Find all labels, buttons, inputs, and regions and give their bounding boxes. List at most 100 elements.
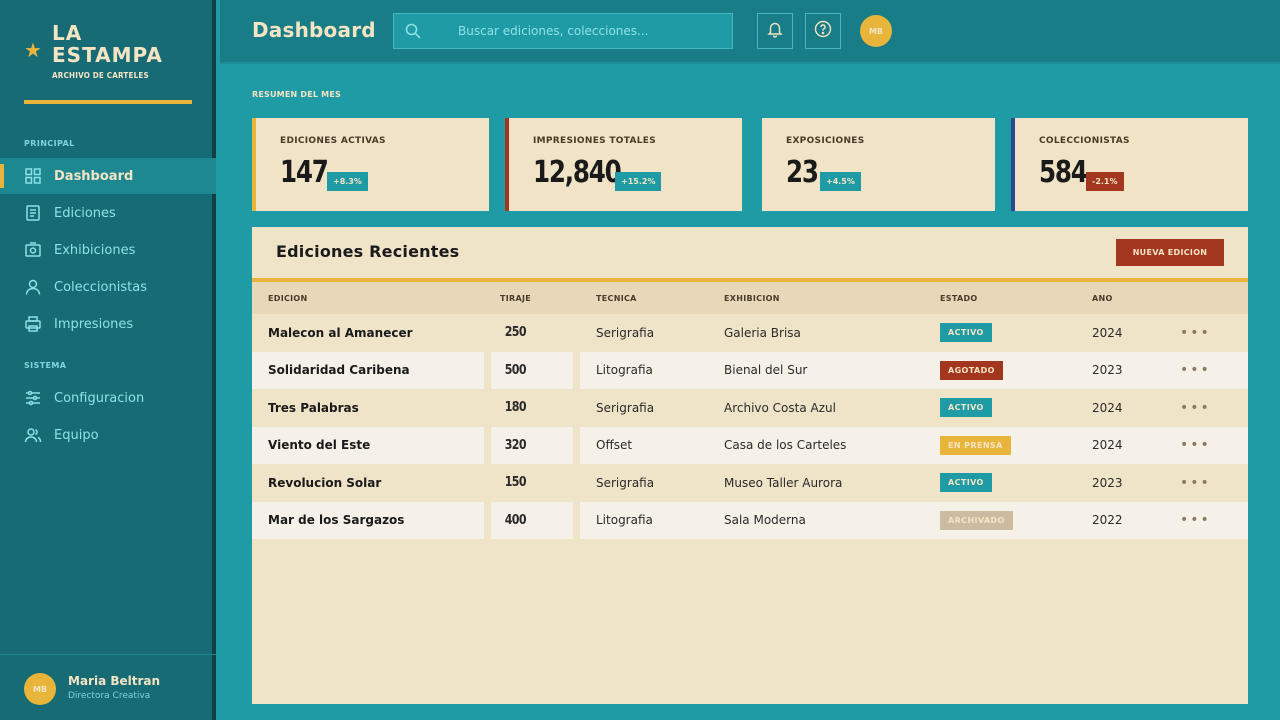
edition-exhibition: Bienal del Sur [708,351,924,389]
column-header[interactable]: TIRAJE [484,282,580,314]
edition-exhibition: Sala Moderna [708,501,924,539]
star-icon: ★ [24,38,42,62]
edition-run: 320 [491,426,573,464]
edition-year: 2023 [1076,351,1164,389]
sidebar-item-label: Equipo [54,427,99,443]
easel-icon [24,241,42,259]
stat-card-exposiciones: EXPOSICIONES 23 +4.5% [758,118,995,211]
edition-run: 400 [491,501,573,539]
sliders-icon [24,389,42,407]
sidebar-item-equipo[interactable]: Equipo [0,417,216,453]
app-name-line1: LA [52,21,83,45]
sidebar-item-label: Coleccionistas [54,279,147,295]
column-header-actions [1164,282,1248,314]
change-badge: +8.3% [327,172,368,191]
table-row[interactable]: Solidaridad Caribena 500 Litografia Bienal … [252,351,1248,389]
user-role: Directora Creativa [68,691,151,701]
edition-exhibition: Museo Taller Aurora [708,464,924,502]
row-actions-cell: ••• [1164,351,1248,389]
panel-title: Ediciones Recientes [276,242,460,261]
app-subtitle: ARCHIVO DE CARTELES [52,71,149,80]
bell-icon [766,20,784,42]
more-options-icon[interactable]: ••• [1180,512,1211,528]
sidebar-item-label: Exhibiciones [54,242,136,258]
edition-exhibition: Archivo Costa Azul [708,389,924,427]
table-row[interactable]: Viento del Este 320 Offset Casa de los Cart… [252,426,1248,464]
edition-title: Solidaridad Caribena [252,351,484,389]
edition-year: 2023 [1076,464,1164,502]
more-options-icon[interactable]: ••• [1180,400,1211,416]
user-avatar-button[interactable]: MB [860,15,892,47]
sidebar-item-ediciones[interactable]: Ediciones [0,195,216,231]
status-badge: ACTIVO [940,323,992,343]
stat-value: 584 [1039,155,1088,190]
search-input[interactable] [458,24,728,38]
sidebar-item-exhibiciones[interactable]: Exhibiciones [0,232,216,268]
new-edition-button[interactable]: NUEVA EDICION [1116,239,1224,266]
current-user[interactable]: MB Maria Beltran Directora Creativa [0,654,216,720]
edition-technique: Offset [580,426,708,464]
status-badge: ACTIVO [940,398,992,418]
top-bar: Dashboard MB [220,0,1280,64]
editions-table: EDICION TIRAJE TECNICA EXHIBICION ESTADO… [252,282,1248,539]
sidebar-item-impresiones[interactable]: Impresiones [0,306,216,342]
edition-title: Malecon al Amanecer [252,314,484,352]
table-row[interactable]: Revolucion Solar 150 Serigrafia Museo Talle… [252,464,1248,502]
row-actions-cell: ••• [1164,389,1248,427]
help-icon [814,20,832,42]
table-row[interactable]: Malecon al Amanecer 250 Serigrafia Galeria … [252,314,1248,352]
column-header[interactable]: ESTADO [924,282,1076,314]
recent-editions-panel: Ediciones Recientes NUEVA EDICION EDICIO… [252,227,1248,704]
status-cell: ACTIVO [924,389,1076,427]
edition-run: 500 [491,351,573,389]
column-header[interactable]: EXHIBICION [708,282,924,314]
edition-run: 150 [491,464,573,502]
nav-section-sistema: SISTEMA [24,361,67,370]
app-name-line2: ESTAMPA [52,43,163,67]
document-icon [24,204,42,222]
app-name: LA ESTAMPA [52,22,192,66]
row-actions-cell: ••• [1164,314,1248,352]
stat-label: EXPOSICIONES [786,136,865,146]
edition-run: 180 [491,389,573,427]
sidebar-item-configuracion[interactable]: Configuracion [0,380,216,416]
row-actions-cell: ••• [1164,464,1248,502]
avatar: MB [24,673,56,705]
edition-technique: Serigrafia [580,389,708,427]
change-badge: +15.2% [615,172,662,191]
more-options-icon[interactable]: ••• [1180,475,1211,491]
notifications-button[interactable] [757,13,793,49]
nav-section-principal: PRINCIPAL [24,139,75,148]
sidebar-item-label: Ediciones [54,205,116,221]
stat-label: EDICIONES ACTIVAS [280,136,386,146]
column-header[interactable]: ANO [1076,282,1164,314]
summary-label: RESUMEN DEL MES [252,90,341,99]
team-icon [24,426,42,444]
status-badge: AGOTADO [940,360,1003,380]
more-options-icon[interactable]: ••• [1180,325,1211,341]
table-row[interactable]: Mar de los Sargazos 400 Litografia Sala Mod… [252,501,1248,539]
status-badge: ACTIVO [940,473,992,493]
row-actions-cell: ••• [1164,426,1248,464]
sidebar-item-dashboard[interactable]: Dashboard [0,158,216,194]
edition-exhibition: Galeria Brisa [708,314,924,352]
sidebar: ★ LA ESTAMPA ARCHIVO DE CARTELES PRINCIP… [0,0,216,720]
more-options-icon[interactable]: ••• [1180,437,1211,453]
more-options-icon[interactable]: ••• [1180,362,1211,378]
edition-year: 2022 [1076,501,1164,539]
search-box[interactable] [393,13,733,49]
sidebar-item-label: Impresiones [54,316,134,332]
table-header-row: EDICION TIRAJE TECNICA EXHIBICION ESTADO… [252,282,1248,314]
edition-year: 2024 [1076,389,1164,427]
sidebar-item-coleccionistas[interactable]: Coleccionistas [0,269,216,305]
search-icon [404,22,422,40]
table-row[interactable]: Tres Palabras 180 Serigrafia Archivo Costa … [252,389,1248,427]
edition-title: Revolucion Solar [252,464,484,502]
row-actions-cell: ••• [1164,501,1248,539]
stat-value: 23 [786,155,819,190]
help-button[interactable] [805,13,841,49]
printer-icon [24,315,42,333]
column-header[interactable]: EDICION [252,282,484,314]
column-header[interactable]: TECNICA [580,282,708,314]
grid-icon [24,167,42,185]
